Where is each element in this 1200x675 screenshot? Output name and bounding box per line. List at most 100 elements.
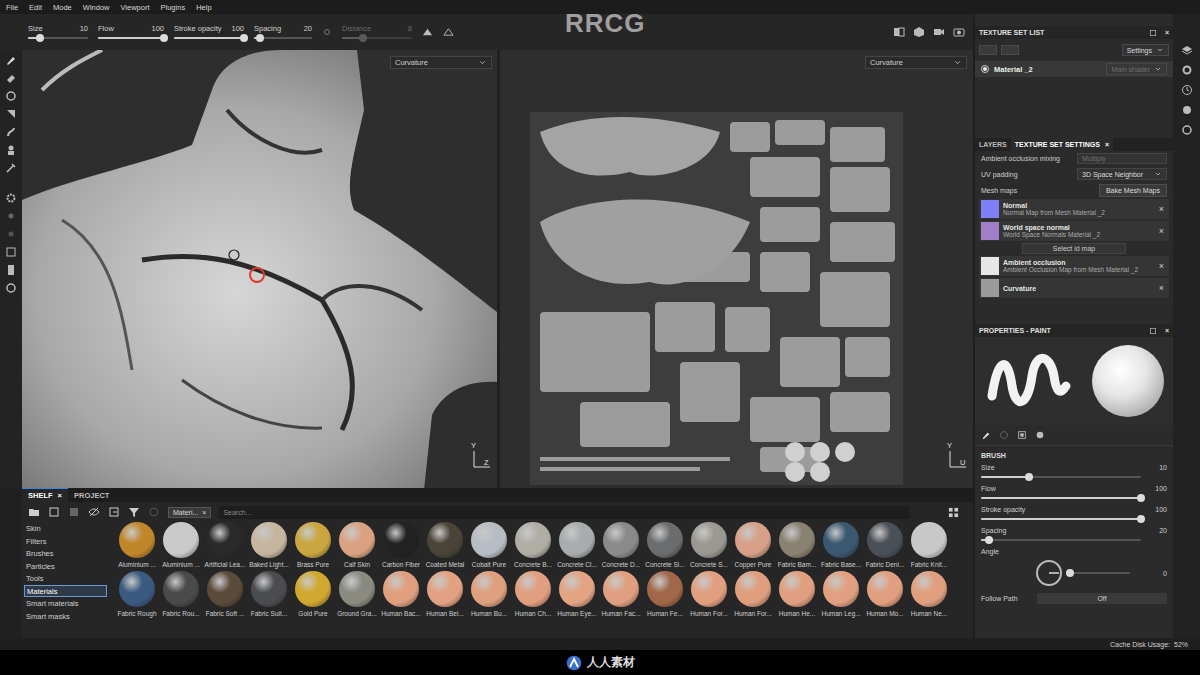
material-item[interactable]: Carbon Fiber bbox=[379, 522, 423, 571]
chevron-down-icon[interactable] bbox=[478, 58, 487, 67]
material-item[interactable]: Gold Pure bbox=[291, 571, 335, 620]
material-item[interactable]: Concrete D... bbox=[599, 522, 643, 571]
slider-track[interactable] bbox=[342, 37, 412, 39]
material-item[interactable]: Brass Pure bbox=[291, 522, 335, 571]
material-item[interactable]: Fabric Rou... bbox=[159, 571, 203, 620]
slider-knob[interactable] bbox=[240, 34, 248, 42]
display-icon[interactable] bbox=[1181, 104, 1193, 116]
channel-dropdown[interactable]: Curvature bbox=[865, 56, 967, 69]
texture-set-button[interactable] bbox=[1001, 45, 1019, 55]
document-icon[interactable] bbox=[5, 264, 17, 276]
category-item[interactable]: Tools bbox=[24, 572, 107, 585]
material-item[interactable]: Copper Pure bbox=[731, 522, 775, 571]
texture-set-radio[interactable] bbox=[981, 65, 989, 73]
filter-tag[interactable]: Materi...× bbox=[168, 507, 211, 518]
slider-track[interactable] bbox=[981, 539, 1141, 541]
history-icon[interactable] bbox=[1181, 84, 1193, 96]
setting-dropdown[interactable]: Multiply bbox=[1077, 153, 1167, 164]
material-item[interactable]: Human Ne... bbox=[907, 571, 951, 620]
geometry-fill-icon[interactable] bbox=[5, 108, 17, 120]
category-item[interactable]: Skin bbox=[24, 522, 107, 535]
panel-tab[interactable]: LAYERS bbox=[975, 138, 1011, 151]
mesh-map-item[interactable]: Curvature× bbox=[979, 278, 1169, 298]
slider-knob[interactable] bbox=[1137, 515, 1145, 523]
paint-brush-icon[interactable] bbox=[5, 54, 17, 66]
brush-icon[interactable] bbox=[981, 430, 991, 440]
plugin-icon[interactable] bbox=[5, 282, 17, 294]
dot-icon[interactable] bbox=[5, 210, 17, 222]
slider-track[interactable] bbox=[1070, 572, 1130, 574]
material-item[interactable]: Concrete S... bbox=[687, 522, 731, 571]
material-item[interactable]: Fabric Deni... bbox=[863, 522, 907, 571]
slider-knob[interactable] bbox=[160, 34, 168, 42]
slider-knob[interactable] bbox=[36, 34, 44, 42]
projection-icon[interactable] bbox=[5, 90, 17, 102]
slider-track[interactable] bbox=[981, 497, 1141, 499]
slider-knob[interactable] bbox=[1025, 473, 1033, 481]
category-item[interactable]: Filters bbox=[24, 535, 107, 548]
menu-item[interactable]: File bbox=[6, 3, 18, 12]
viewport-2d[interactable]: CurvatureYU bbox=[500, 50, 973, 489]
category-item[interactable]: Brushes bbox=[24, 547, 107, 560]
material-item[interactable]: Human Leg... bbox=[819, 571, 863, 620]
material-item[interactable]: Coated Metal bbox=[423, 522, 467, 571]
viewport-3d[interactable]: CurvatureYZ bbox=[22, 50, 497, 489]
remove-button[interactable]: × bbox=[1156, 204, 1167, 214]
chevron-down-icon[interactable] bbox=[1154, 65, 1162, 73]
picker-icon[interactable] bbox=[5, 162, 17, 174]
category-item[interactable]: Materials bbox=[24, 585, 107, 598]
slider-knob[interactable] bbox=[359, 34, 367, 42]
material-item[interactable]: Human For... bbox=[687, 571, 731, 620]
close-button[interactable]: × bbox=[1165, 29, 1169, 36]
remove-button[interactable]: × bbox=[1156, 283, 1167, 293]
slider-knob[interactable] bbox=[1066, 569, 1074, 577]
select-id-map-button[interactable]: Select id map bbox=[1022, 243, 1126, 254]
menu-item[interactable]: Plugins bbox=[161, 3, 186, 12]
camera-icon[interactable] bbox=[933, 26, 945, 38]
material-item[interactable]: Concrete Si... bbox=[643, 522, 687, 571]
search-field[interactable] bbox=[219, 506, 910, 519]
cube-icon[interactable] bbox=[913, 26, 925, 38]
gear-icon[interactable] bbox=[5, 192, 17, 204]
mesh-map-item[interactable]: Ambient occlusionAmbient Occlusion Map f… bbox=[979, 256, 1169, 276]
tag-close[interactable]: × bbox=[202, 509, 206, 516]
layers-icon[interactable] bbox=[1181, 44, 1193, 56]
shader-dropdown[interactable]: Main shader bbox=[1106, 63, 1167, 75]
filter-icon[interactable] bbox=[128, 506, 140, 518]
python-icon[interactable] bbox=[5, 246, 17, 258]
slider-track[interactable] bbox=[28, 37, 88, 39]
material-item[interactable]: Human Bac... bbox=[379, 571, 423, 620]
lazy-mouse-icon[interactable] bbox=[322, 27, 332, 37]
material-item[interactable]: Human Fac... bbox=[599, 571, 643, 620]
material-item[interactable]: Human He... bbox=[775, 571, 819, 620]
menu-item[interactable]: Mode bbox=[53, 3, 72, 12]
import-icon[interactable] bbox=[68, 506, 80, 518]
material-item[interactable]: Human Ch... bbox=[511, 571, 555, 620]
slider-knob[interactable] bbox=[985, 536, 993, 544]
setting-dropdown[interactable]: 3D Space Neighbor bbox=[1077, 168, 1167, 180]
toggle-button[interactable]: Off bbox=[1037, 593, 1167, 604]
folder-icon[interactable] bbox=[28, 506, 40, 518]
material-item[interactable]: Aluminium ... bbox=[159, 522, 203, 571]
menu-item[interactable]: Edit bbox=[29, 3, 42, 12]
alpha-icon[interactable] bbox=[999, 430, 1009, 440]
chevron-down-icon[interactable] bbox=[1156, 46, 1164, 54]
material-icon[interactable] bbox=[1035, 430, 1045, 440]
shelf-tab[interactable]: PROJECT bbox=[68, 488, 115, 502]
slider-knob[interactable] bbox=[1137, 494, 1145, 502]
angle-dial[interactable] bbox=[1036, 560, 1062, 586]
chevron-down-icon[interactable] bbox=[953, 58, 962, 67]
screenshot-icon[interactable] bbox=[953, 26, 965, 38]
material-item[interactable]: Calf Skin bbox=[335, 522, 379, 571]
slider-track[interactable] bbox=[981, 476, 1141, 478]
material-item[interactable]: Fabric Knit... bbox=[907, 522, 951, 571]
smudge-icon[interactable] bbox=[5, 126, 17, 138]
mesh-map-item[interactable]: World space normalWorld Space Normals Ma… bbox=[979, 221, 1169, 241]
material-item[interactable]: Aluminium ... bbox=[115, 522, 159, 571]
slider-track[interactable] bbox=[254, 37, 312, 39]
category-item[interactable]: Smart masks bbox=[24, 610, 107, 623]
eraser-icon[interactable] bbox=[5, 72, 17, 84]
grid-view-icon[interactable] bbox=[948, 507, 959, 518]
hide-icon[interactable] bbox=[88, 506, 100, 518]
mirror-icon[interactable] bbox=[443, 26, 454, 37]
